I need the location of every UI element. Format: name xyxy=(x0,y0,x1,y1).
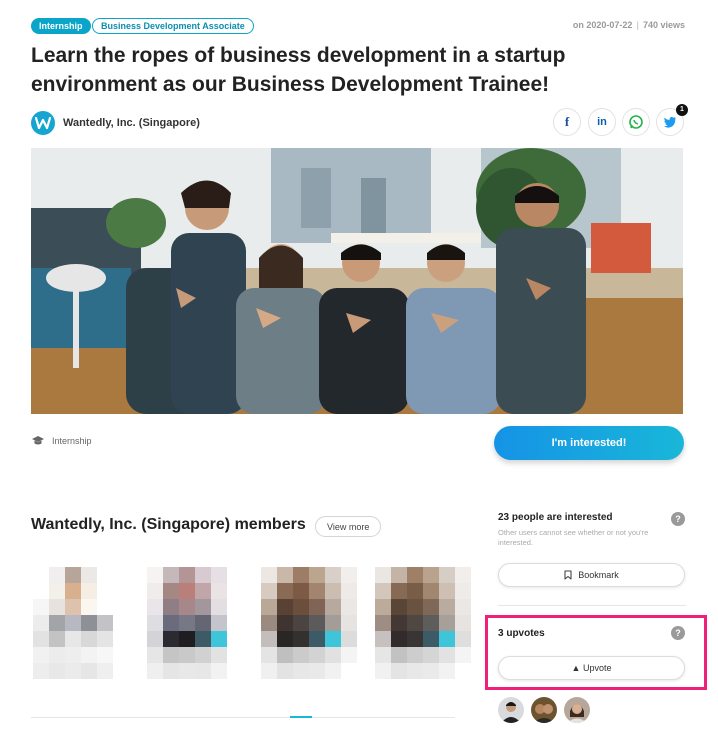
twitter-icon xyxy=(663,116,676,128)
company-link[interactable]: Wantedly, Inc. (Singapore) xyxy=(31,110,200,136)
avatar-image xyxy=(498,697,524,723)
member-card[interactable] xyxy=(33,567,129,695)
view-more-button[interactable]: View more xyxy=(315,516,382,537)
whatsapp-share-button[interactable] xyxy=(622,108,650,136)
facebook-icon: f xyxy=(564,114,570,129)
job-type-label: Internship xyxy=(31,435,92,447)
interested-help-icon[interactable]: ? xyxy=(671,512,685,526)
carousel-indicator[interactable] xyxy=(290,716,312,718)
linkedin-icon: in xyxy=(597,116,607,128)
post-date: on 2020-07-22 xyxy=(572,20,633,30)
avatar-image xyxy=(531,697,557,723)
upvoter-avatar[interactable] xyxy=(531,697,557,723)
members-section-title: Wantedly, Inc. (Singapore) members xyxy=(31,516,306,533)
panel-separator xyxy=(498,605,686,606)
view-count: 740 views xyxy=(642,20,685,30)
bookmark-label: Bookmark xyxy=(578,570,619,580)
member-card[interactable] xyxy=(147,567,243,695)
team-photo xyxy=(31,148,683,414)
page-title: Learn the ropes of business development … xyxy=(31,44,566,96)
member-avatar-pixelated xyxy=(147,567,243,695)
internship-tag[interactable]: Internship xyxy=(31,18,91,34)
post-meta: on 2020-07-22 | 740 views xyxy=(573,20,685,30)
upvoter-avatar[interactable] xyxy=(564,697,590,723)
team-photo-image xyxy=(31,148,683,414)
whatsapp-icon xyxy=(629,115,643,129)
member-avatar-pixelated xyxy=(33,567,129,695)
company-name[interactable]: Wantedly, Inc. (Singapore) xyxy=(63,117,200,129)
member-avatar-pixelated xyxy=(375,567,471,695)
share-count-badge: 1 xyxy=(676,104,688,116)
interested-privacy-note: Other users cannot see whether or not yo… xyxy=(498,528,649,547)
bookmark-icon xyxy=(564,570,572,580)
job-type-text: Internship xyxy=(52,436,92,446)
linkedin-share-button[interactable]: in xyxy=(588,108,616,136)
member-avatar-pixelated xyxy=(261,567,357,695)
interested-count: 23 people are interested xyxy=(498,512,613,523)
upvote-highlight-box xyxy=(485,615,707,690)
bookmark-button[interactable]: Bookmark xyxy=(498,563,685,587)
company-logo xyxy=(31,111,55,135)
im-interested-button[interactable]: I'm interested! xyxy=(494,426,684,460)
meta-separator: | xyxy=(636,20,639,30)
facebook-share-button[interactable]: f xyxy=(553,108,581,136)
upvoter-avatar[interactable] xyxy=(498,697,524,723)
member-card[interactable] xyxy=(375,567,471,695)
graduation-cap-icon xyxy=(32,436,44,445)
member-card[interactable] xyxy=(261,567,357,695)
role-tag[interactable]: Business Development Associate xyxy=(92,18,254,34)
members-divider xyxy=(31,717,455,718)
wantedly-logo-icon xyxy=(35,117,51,129)
avatar-image xyxy=(564,697,590,723)
